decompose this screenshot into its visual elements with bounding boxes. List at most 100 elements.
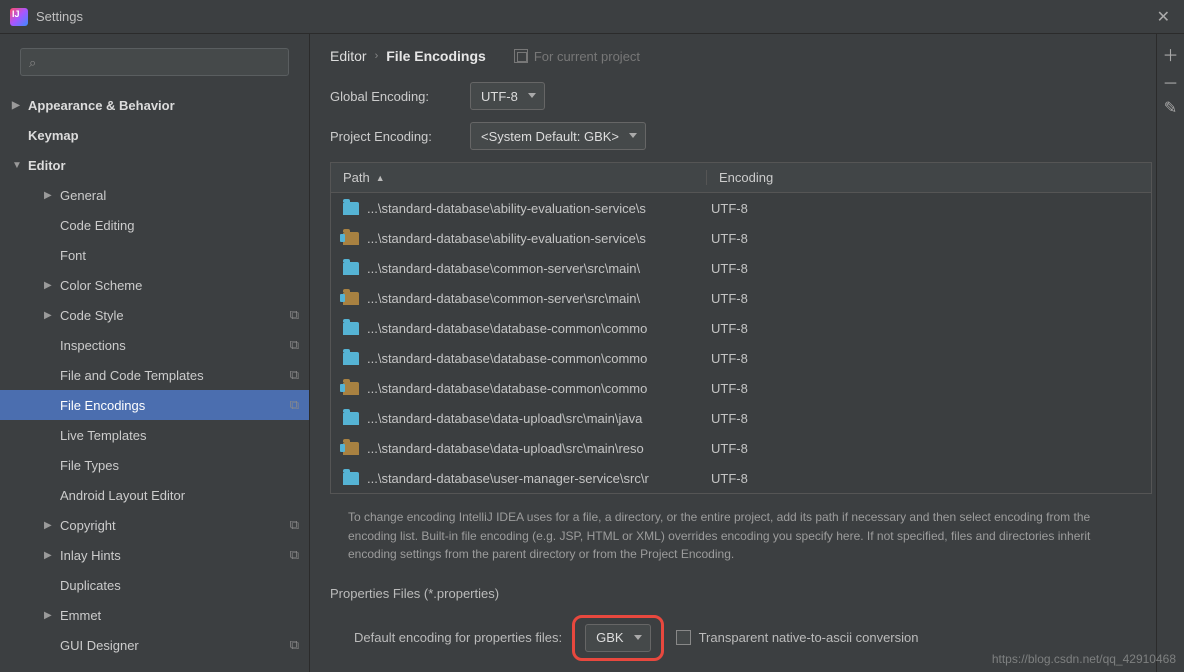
sidebar-item-live-templates[interactable]: Live Templates [0, 420, 309, 450]
project-icon [514, 49, 528, 63]
sidebar-item-label: General [60, 188, 106, 203]
row-encoding[interactable]: UTF-8 [711, 411, 748, 426]
sidebar-item-gui-designer[interactable]: GUI Designer ⧉ [0, 630, 309, 660]
sidebar-item-copyright[interactable]: ▶Copyright⧉ [0, 510, 309, 540]
row-encoding[interactable]: UTF-8 [711, 231, 748, 246]
sidebar-item-label: GUI Designer [60, 638, 139, 653]
global-encoding-value: UTF-8 [481, 89, 518, 104]
search-input-wrap[interactable]: ⌕ [20, 48, 289, 76]
table-row[interactable]: ...\standard-database\data-upload\src\ma… [331, 433, 1151, 463]
search-icon: ⌕ [29, 55, 36, 71]
sidebar-item-label: Live Templates [60, 428, 146, 443]
sidebar-item-file-types[interactable]: File Types [0, 450, 309, 480]
row-path: ...\standard-database\common-server\src\… [367, 291, 711, 306]
sidebar-item-label: Code Editing [60, 218, 134, 233]
sidebar-item-keymap[interactable]: Keymap [0, 120, 309, 150]
highlight-annotation: GBK [572, 615, 663, 661]
per-project-icon: ⧉ [290, 307, 299, 323]
properties-encoding-label: Default encoding for properties files: [354, 630, 562, 645]
properties-encoding-dropdown[interactable]: GBK [585, 624, 650, 652]
global-encoding-label: Global Encoding: [330, 89, 470, 104]
sidebar-item-label: Code Style [60, 308, 124, 323]
sidebar-item-label: Keymap [28, 128, 79, 143]
table-row[interactable]: ...\standard-database\user-manager-servi… [331, 463, 1151, 493]
col-path[interactable]: Path ▲ [331, 170, 707, 185]
sidebar-item-label: Android Layout Editor [60, 488, 185, 503]
sidebar-item-general[interactable]: ▶ General [0, 180, 309, 210]
table-row[interactable]: ...\standard-database\database-common\co… [331, 313, 1151, 343]
row-encoding[interactable]: UTF-8 [711, 201, 748, 216]
table-row[interactable]: ...\standard-database\common-server\src\… [331, 283, 1151, 313]
properties-section-title: Properties Files (*.properties) [330, 586, 1152, 601]
watermark: https://blog.csdn.net/qq_42910468 [992, 652, 1176, 666]
breadcrumb: Editor › File Encodings For current proj… [330, 48, 1152, 64]
help-hint: To change encoding IntelliJ IDEA uses fo… [330, 494, 1152, 578]
sidebar-item-editor[interactable]: ▼Editor [0, 150, 309, 180]
table-row[interactable]: ...\standard-database\database-common\co… [331, 373, 1151, 403]
search-input[interactable] [29, 49, 280, 75]
table-row[interactable]: ...\standard-database\database-common\co… [331, 343, 1151, 373]
sidebar-item-emmet[interactable]: ▶Emmet [0, 600, 309, 630]
tree-arrow-icon: ▶ [44, 190, 56, 201]
per-project-icon: ⧉ [290, 397, 299, 413]
sidebar-item-inlay-hints[interactable]: ▶Inlay Hints⧉ [0, 540, 309, 570]
sidebar-item-label: Duplicates [60, 578, 121, 593]
sidebar-item-color-scheme[interactable]: ▶Color Scheme [0, 270, 309, 300]
project-encoding-label: Project Encoding: [330, 129, 470, 144]
row-encoding[interactable]: UTF-8 [711, 261, 748, 276]
breadcrumb-leaf: File Encodings [386, 48, 486, 64]
folder-icon [343, 292, 359, 305]
row-path: ...\standard-database\database-common\co… [367, 321, 711, 336]
col-encoding[interactable]: Encoding [707, 170, 1151, 185]
table-toolstrip: ＋ － ✎ [1156, 34, 1184, 672]
table-row[interactable]: ...\standard-database\data-upload\src\ma… [331, 403, 1151, 433]
global-encoding-dropdown[interactable]: UTF-8 [470, 82, 545, 110]
row-encoding[interactable]: UTF-8 [711, 321, 748, 336]
tree-arrow-icon: ▶ [44, 310, 56, 321]
window-title: Settings [36, 9, 83, 24]
close-icon[interactable]: ✕ [1153, 7, 1174, 27]
sidebar-item-file-encodings[interactable]: File Encodings⧉ [0, 390, 309, 420]
row-encoding[interactable]: UTF-8 [711, 381, 748, 396]
sidebar-item-label: Appearance & Behavior [28, 98, 175, 113]
folder-icon [343, 382, 359, 395]
transparent-ascii-checkbox[interactable] [676, 630, 691, 645]
titlebar: Settings ✕ [0, 0, 1184, 34]
remove-button[interactable]: － [1161, 70, 1181, 94]
sidebar-item-duplicates[interactable]: Duplicates [0, 570, 309, 600]
per-project-icon: ⧉ [290, 637, 299, 653]
sidebar-item-label: Font [60, 248, 86, 263]
row-path: ...\standard-database\common-server\src\… [367, 261, 711, 276]
sidebar-item-file-and-code-templates[interactable]: File and Code Templates⧉ [0, 360, 309, 390]
edit-button[interactable]: ✎ [1161, 98, 1181, 122]
project-encoding-dropdown[interactable]: <System Default: GBK> [470, 122, 646, 150]
app-icon [10, 8, 28, 26]
sidebar-item-appearance-behavior[interactable]: ▶ Appearance & Behavior [0, 90, 309, 120]
folder-icon [343, 262, 359, 275]
chevron-down-icon [528, 93, 536, 98]
scope-label: For current project [534, 49, 640, 64]
table-row[interactable]: ...\standard-database\ability-evaluation… [331, 223, 1151, 253]
chevron-down-icon [634, 635, 642, 640]
row-encoding[interactable]: UTF-8 [711, 351, 748, 366]
row-encoding[interactable]: UTF-8 [711, 471, 748, 486]
table-row[interactable]: ...\standard-database\common-server\src\… [331, 253, 1151, 283]
table-row[interactable]: ...\standard-database\ability-evaluation… [331, 193, 1151, 223]
row-encoding[interactable]: UTF-8 [711, 441, 748, 456]
breadcrumb-root[interactable]: Editor [330, 48, 367, 64]
sidebar-item-android-layout-editor[interactable]: Android Layout Editor [0, 480, 309, 510]
sidebar-item-inspections[interactable]: Inspections⧉ [0, 330, 309, 360]
row-path: ...\standard-database\data-upload\src\ma… [367, 441, 711, 456]
add-button[interactable]: ＋ [1161, 42, 1181, 66]
tree-arrow-icon: ▶ [12, 100, 24, 111]
tree-arrow-icon: ▼ [12, 160, 24, 171]
folder-icon [343, 412, 359, 425]
sidebar-item-code-editing[interactable]: Code Editing [0, 210, 309, 240]
row-encoding[interactable]: UTF-8 [711, 291, 748, 306]
sidebar-item-code-style[interactable]: ▶ Code Style ⧉ [0, 300, 309, 330]
sidebar-item-font[interactable]: Font [0, 240, 309, 270]
folder-icon [343, 352, 359, 365]
per-project-icon: ⧉ [290, 517, 299, 533]
folder-icon [343, 442, 359, 455]
per-project-icon: ⧉ [290, 547, 299, 563]
